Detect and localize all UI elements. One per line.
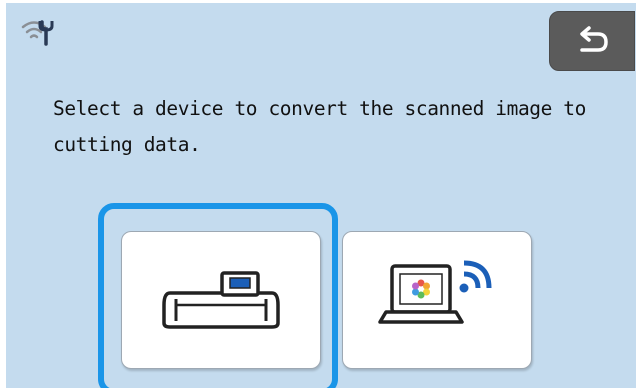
wifi-wrench-icon [21, 20, 54, 46]
screen: Select a device to convert the scanned i… [6, 3, 636, 388]
instruction-text: Select a device to convert the scanned i… [53, 97, 586, 156]
back-button[interactable] [549, 11, 635, 71]
computer-button[interactable] [342, 231, 532, 369]
back-arrow-icon [580, 26, 608, 52]
cutting-machine-icon [162, 271, 280, 329]
cutting-machine-button[interactable] [121, 231, 321, 369]
laptop-wireless-icon [378, 260, 492, 324]
